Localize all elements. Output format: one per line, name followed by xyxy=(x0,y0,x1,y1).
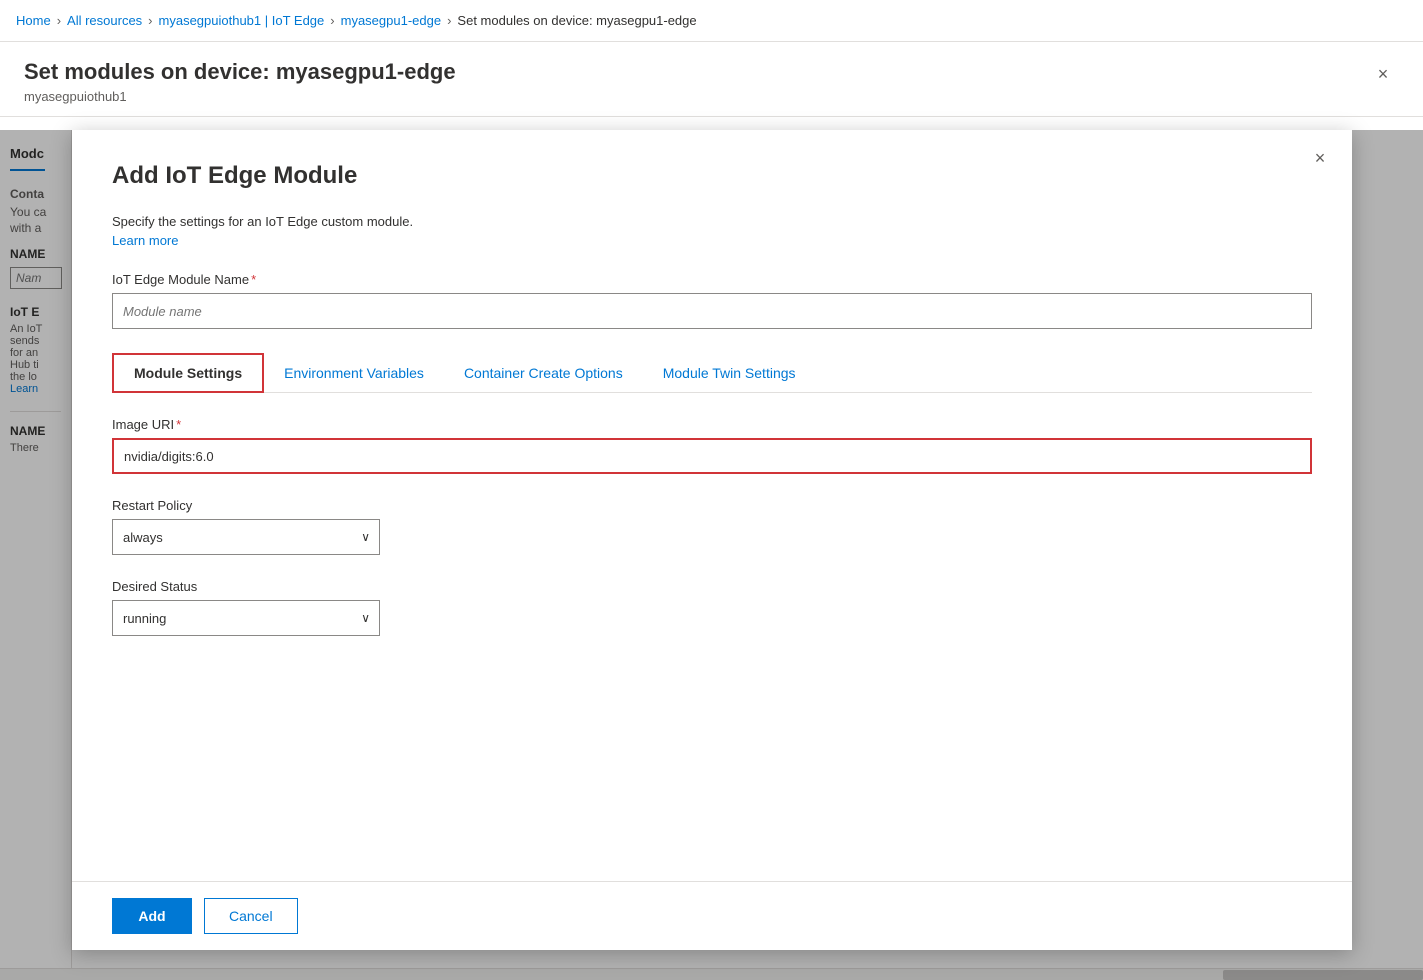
desired-status-group: Desired Status running stopped ∨ xyxy=(112,579,1312,636)
module-name-label: IoT Edge Module Name* xyxy=(112,272,1312,287)
module-name-group: IoT Edge Module Name* xyxy=(112,272,1312,329)
modal-description: Specify the settings for an IoT Edge cus… xyxy=(112,214,1312,229)
breadcrumb-all-resources[interactable]: All resources xyxy=(67,13,142,28)
desired-status-select-wrapper: running stopped ∨ xyxy=(112,600,380,636)
tabs-container: Module Settings Environment Variables Co… xyxy=(112,353,1312,393)
restart-policy-group: Restart Policy always never on-failure o… xyxy=(112,498,1312,555)
restart-policy-label: Restart Policy xyxy=(112,498,1312,513)
breadcrumb-iothub[interactable]: myasegpuiothub1 | IoT Edge xyxy=(159,13,325,28)
modal-footer: Add Cancel xyxy=(72,881,1352,950)
breadcrumb: Home › All resources › myasegpuiothub1 |… xyxy=(0,0,1423,42)
image-uri-label: Image URI* xyxy=(112,417,1312,432)
modal-dialog: × Add IoT Edge Module Specify the settin… xyxy=(72,130,1352,950)
breadcrumb-sep-1: › xyxy=(57,13,61,28)
page-close-button[interactable]: × xyxy=(1367,58,1399,90)
module-name-input[interactable] xyxy=(112,293,1312,329)
tab-module-settings[interactable]: Module Settings xyxy=(112,353,264,393)
page-subtitle: myasegpuiothub1 xyxy=(24,89,1399,104)
tab-module-twin-settings[interactable]: Module Twin Settings xyxy=(643,355,816,391)
modal-title: Add IoT Edge Module xyxy=(112,162,1312,190)
tab-content-module-settings: Image URI* Restart Policy always never o… xyxy=(112,393,1312,684)
add-button[interactable]: Add xyxy=(112,898,192,934)
breadcrumb-home[interactable]: Home xyxy=(16,13,51,28)
breadcrumb-current: Set modules on device: myasegpu1-edge xyxy=(457,13,696,28)
image-uri-input[interactable] xyxy=(112,438,1312,474)
restart-policy-select[interactable]: always never on-failure on-unhealthy xyxy=(112,519,380,555)
breadcrumb-sep-3: › xyxy=(330,13,334,28)
breadcrumb-sep-4: › xyxy=(447,13,451,28)
tab-environment-variables[interactable]: Environment Variables xyxy=(264,355,444,391)
image-uri-group: Image URI* xyxy=(112,417,1312,474)
cancel-button[interactable]: Cancel xyxy=(204,898,298,934)
restart-policy-select-wrapper: always never on-failure on-unhealthy ∨ xyxy=(112,519,380,555)
page-title: Set modules on device: myasegpu1-edge xyxy=(24,58,1399,87)
breadcrumb-edge-device[interactable]: myasegpu1-edge xyxy=(341,13,441,28)
tab-container-create-options[interactable]: Container Create Options xyxy=(444,355,643,391)
desired-status-label: Desired Status xyxy=(112,579,1312,594)
breadcrumb-sep-2: › xyxy=(148,13,152,28)
modal-close-button[interactable]: × xyxy=(1304,142,1336,174)
modal-body: Add IoT Edge Module Specify the settings… xyxy=(72,130,1352,881)
page-header: Set modules on device: myasegpu1-edge my… xyxy=(0,42,1423,117)
modal-learn-more-link[interactable]: Learn more xyxy=(112,233,178,248)
desired-status-select[interactable]: running stopped xyxy=(112,600,380,636)
